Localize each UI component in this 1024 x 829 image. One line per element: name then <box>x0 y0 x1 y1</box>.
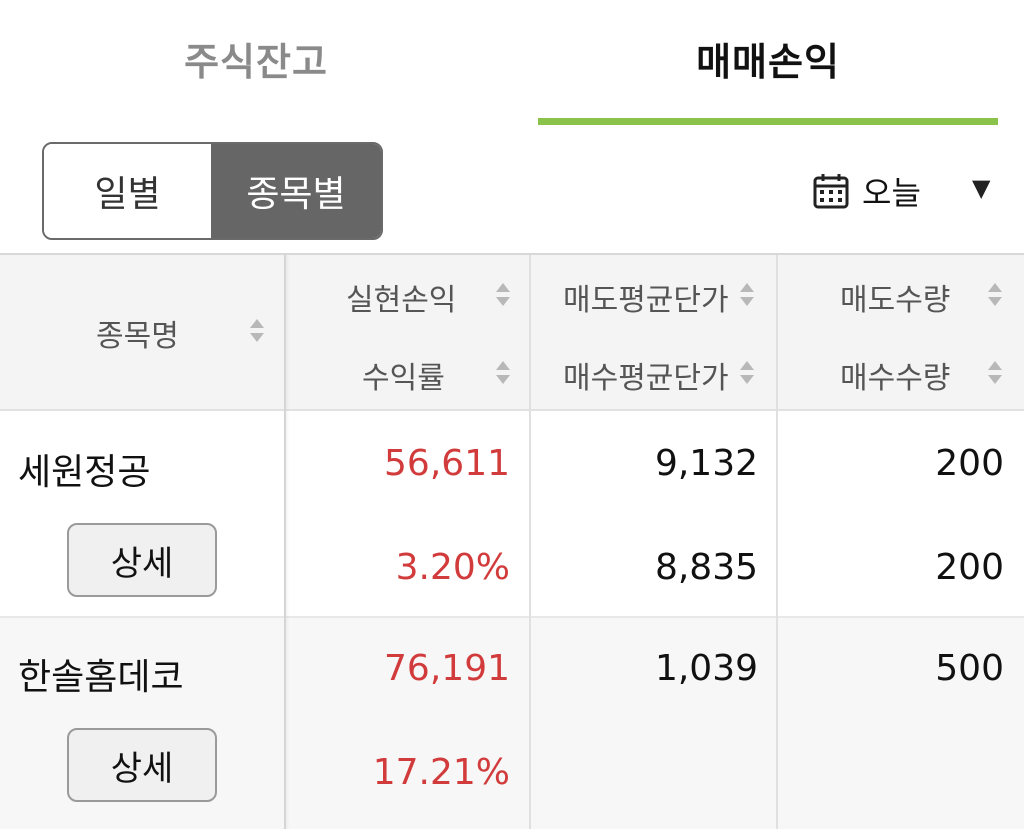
tab-trading-profit[interactable]: 매매손익 <box>512 0 1024 128</box>
chevron-down-icon: ▼ <box>972 174 991 202</box>
date-filter-select[interactable]: 오늘 ▼ <box>812 160 1002 222</box>
header-name[interactable]: 종목명 <box>96 311 179 355</box>
sort-icon[interactable] <box>738 281 756 311</box>
buy-qty-value: 200 <box>935 547 1004 588</box>
table-header: 종목명 실현손익 수익률 매도평균단가 매수평균단가 매도수량 매수수량 <box>0 255 1024 411</box>
stock-name: 세원정공 <box>18 452 151 493</box>
date-filter-value: 오늘 <box>862 174 921 212</box>
realized-pl-value: 56,611 <box>384 443 510 484</box>
view-toggle: 일별 종목별 <box>42 142 383 240</box>
tab-stock-balance[interactable]: 주식잔고 <box>0 0 512 128</box>
trade-table: 종목명 실현손익 수익률 매도평균단가 매수평균단가 매도수량 매수수량 세원정… <box>0 253 1024 829</box>
header-avg-sell-price[interactable]: 매도평균단가 <box>563 275 729 319</box>
toggle-by-stock-button[interactable]: 종목별 <box>211 144 381 238</box>
stock-name: 한솔홈데코 <box>18 657 184 698</box>
column-divider <box>529 255 531 829</box>
header-sell-qty[interactable]: 매도수량 <box>840 275 950 319</box>
table-row: 한솔홈데코 상세 76,191 17.21% 1,039 500 <box>0 618 1024 829</box>
avg-buy-price-value: 8,835 <box>654 547 758 588</box>
sell-qty-value: 500 <box>935 648 1004 689</box>
realized-pl-value: 76,191 <box>384 648 510 689</box>
calendar-icon <box>813 174 849 209</box>
sell-qty-value: 200 <box>935 443 1004 484</box>
sort-icon[interactable] <box>248 317 266 347</box>
header-realized-pl[interactable]: 실현손익 <box>346 275 456 319</box>
sort-icon[interactable] <box>494 359 512 389</box>
header-return-rate[interactable]: 수익률 <box>362 353 445 397</box>
detail-button[interactable]: 상세 <box>67 523 217 597</box>
table-row: 세원정공 상세 56,611 3.20% 9,132 8,835 200 200 <box>0 413 1024 618</box>
detail-button[interactable]: 상세 <box>67 728 217 802</box>
return-rate-value: 17.21% <box>372 752 510 793</box>
sort-icon[interactable] <box>494 281 512 311</box>
active-tab-indicator <box>538 118 998 125</box>
header-buy-qty[interactable]: 매수수량 <box>840 353 950 397</box>
column-divider <box>776 255 778 829</box>
frozen-column-shadow <box>284 255 290 829</box>
sort-icon[interactable] <box>986 359 1004 389</box>
toggle-daily-button[interactable]: 일별 <box>44 144 211 238</box>
sort-icon[interactable] <box>738 359 756 389</box>
header-avg-buy-price[interactable]: 매수평균단가 <box>563 353 729 397</box>
sort-icon[interactable] <box>986 281 1004 311</box>
top-tabs: 주식잔고 매매손익 <box>0 0 1024 128</box>
avg-sell-price-value: 9,132 <box>654 443 758 484</box>
return-rate-value: 3.20% <box>395 547 510 588</box>
avg-sell-price-value: 1,039 <box>654 648 758 689</box>
